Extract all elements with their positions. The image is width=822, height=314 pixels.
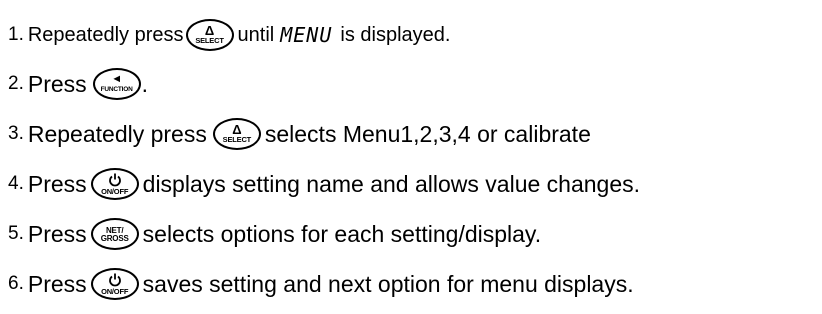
step-text-until: until — [237, 23, 275, 46]
step-text-after: displays setting name and allows value c… — [142, 170, 641, 197]
button-label: SELECT — [195, 36, 224, 45]
step-text: Press — [27, 70, 87, 97]
function-button-icon: ◄ FUNCTION — [92, 68, 141, 100]
net-gross-button-icon: NET/ GROSS — [90, 218, 139, 250]
step-text: Press — [27, 170, 87, 197]
on-off-button-icon: ON/OFF — [90, 168, 139, 200]
lcd-menu-text: MENU — [280, 23, 333, 47]
power-icon — [108, 273, 122, 287]
instruction-list: 1. Repeatedly press Δ SELECT until MENU … — [0, 0, 822, 314]
button-label-line2: GROSS — [100, 234, 129, 243]
triangle-left-icon: ◄ — [111, 73, 123, 85]
step-3: 3. Repeatedly press Δ SELECT selects Men… — [8, 112, 591, 156]
step-number: 2. — [8, 73, 24, 94]
button-label: FUNCTION — [100, 86, 133, 93]
step-text: Repeatedly press — [27, 23, 184, 46]
step-6: 6. Press ON/OFF saves setting and next o… — [8, 262, 634, 306]
button-label: ON/OFF — [101, 186, 129, 196]
step-number: 5. — [8, 223, 24, 244]
power-icon — [108, 173, 122, 187]
step-number: 1. — [8, 24, 24, 45]
step-number: 6. — [8, 273, 24, 294]
select-button-icon: Δ SELECT — [185, 19, 234, 51]
step-text-after: . — [141, 70, 149, 97]
step-text: Repeatedly press — [27, 120, 207, 147]
step-text: Press — [27, 270, 87, 297]
triangle-up-icon: Δ — [204, 23, 215, 38]
step-1: 1. Repeatedly press Δ SELECT until MENU … — [8, 13, 450, 57]
step-5: 5. Press NET/ GROSS selects options for … — [8, 212, 541, 256]
step-text: Press — [27, 220, 87, 247]
on-off-button-icon: ON/OFF — [90, 268, 139, 300]
step-text-after: saves setting and next option for menu d… — [142, 270, 634, 297]
button-label-line1: NET/ — [105, 226, 124, 235]
triangle-up-icon: Δ — [232, 122, 242, 137]
step-number: 3. — [8, 123, 24, 144]
step-text-after: is displayed. — [340, 23, 451, 46]
select-button-icon: Δ SELECT — [212, 118, 261, 150]
step-2: 2. Press ◄ FUNCTION . — [8, 62, 148, 106]
step-4: 4. Press ON/OFF displays setting name an… — [8, 162, 640, 206]
button-label: ON/OFF — [101, 286, 129, 296]
step-text-after: selects Menu1,2,3,4 or calibrate — [264, 120, 591, 147]
step-number: 4. — [8, 173, 24, 194]
step-text-after: selects options for each setting/display… — [142, 220, 542, 247]
button-label: SELECT — [222, 135, 252, 144]
